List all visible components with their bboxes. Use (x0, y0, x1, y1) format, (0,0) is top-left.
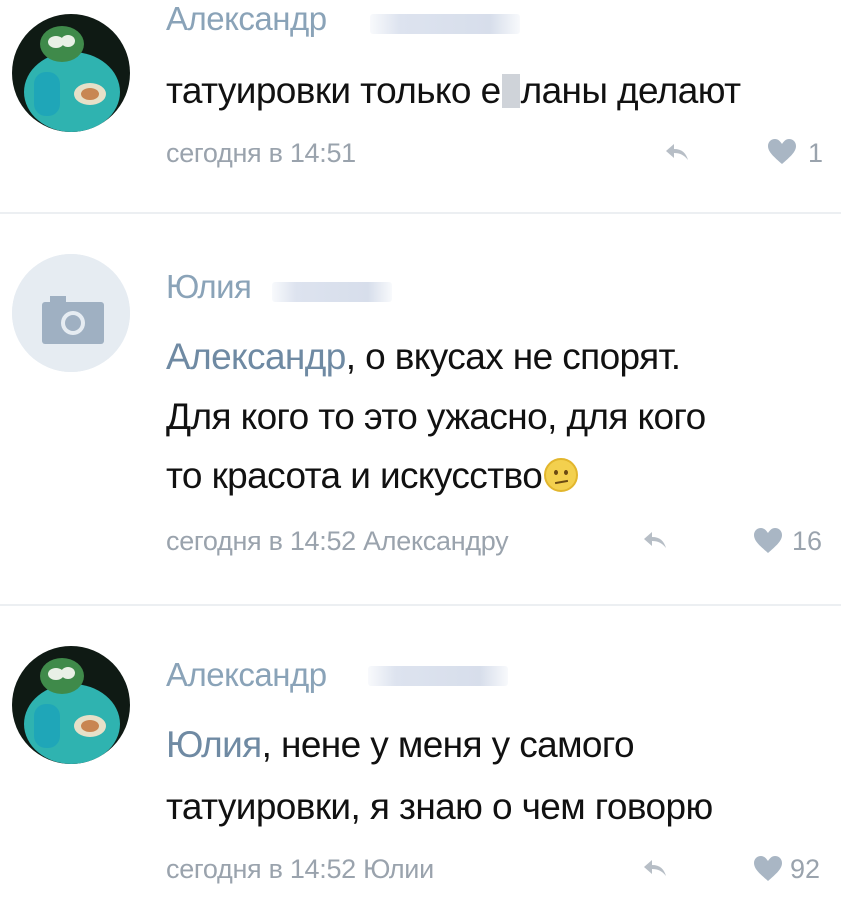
comment-text: Юлия, нене у меня у самого (166, 716, 635, 774)
camera-icon (12, 254, 130, 372)
avatar-aleksandr[interactable] (12, 646, 130, 764)
like-count: 16 (792, 526, 823, 556)
divider (0, 212, 841, 214)
confused-face-emoji (544, 458, 579, 492)
comment-time: сегодня в 14:52 Юлии (166, 854, 434, 884)
reply-arrow-icon[interactable] (642, 858, 668, 878)
like-count: 1 (808, 138, 824, 168)
comment-text: Александр, о вкусах не спорят. (166, 328, 681, 386)
avatar-image (12, 14, 130, 132)
divider (0, 604, 841, 606)
author-name[interactable]: Александр (166, 656, 327, 694)
censor-mark (501, 74, 520, 108)
avatar-aleksandr[interactable] (12, 14, 130, 132)
reply-arrow-icon[interactable] (642, 530, 668, 550)
redacted-surname (370, 14, 520, 34)
comment-text-part: то красота и искусство (166, 455, 543, 496)
author-name[interactable]: Юлия (166, 268, 252, 306)
comment-text-part: ланы делают (520, 70, 741, 111)
like-count: 92 (790, 854, 821, 884)
avatar-image (12, 646, 130, 764)
comment-1: Александр татуировки только е ланы делают… (0, 0, 841, 210)
comment-text-part: , нене у меня у самого (261, 724, 635, 765)
comment-text-line: татуировки, я знаю о чем говорю (166, 786, 713, 827)
comment-text-part: татуировки только е (166, 70, 501, 111)
author-name[interactable]: Александр (166, 0, 327, 38)
redacted-surname (368, 666, 508, 686)
comment-time: сегодня в 14:51 (166, 138, 356, 168)
comment-text-line: Для кого то это ужасно, для кого (166, 396, 706, 437)
redacted-surname (272, 282, 392, 302)
heart-icon[interactable] (766, 137, 798, 165)
comment-text-line: то красота и искусство (166, 447, 579, 505)
reply-arrow-icon[interactable] (664, 142, 690, 162)
mention-link[interactable]: Александр (166, 336, 346, 377)
comment-text-part: , о вкусах не спорят. (345, 336, 681, 377)
comment-2: Юлия Александр, о вкусах не спорят. Для … (0, 240, 841, 600)
comment-time: сегодня в 14:52 Александру (166, 526, 509, 556)
avatar-yulia[interactable] (12, 254, 130, 372)
heart-icon[interactable] (752, 526, 784, 554)
mention-link[interactable]: Юлия (166, 724, 262, 765)
heart-icon[interactable] (752, 854, 784, 882)
comment-text: татуировки только е ланы делают (166, 62, 741, 120)
comment-3: Александр Юлия, нене у меня у самого тат… (0, 632, 841, 898)
